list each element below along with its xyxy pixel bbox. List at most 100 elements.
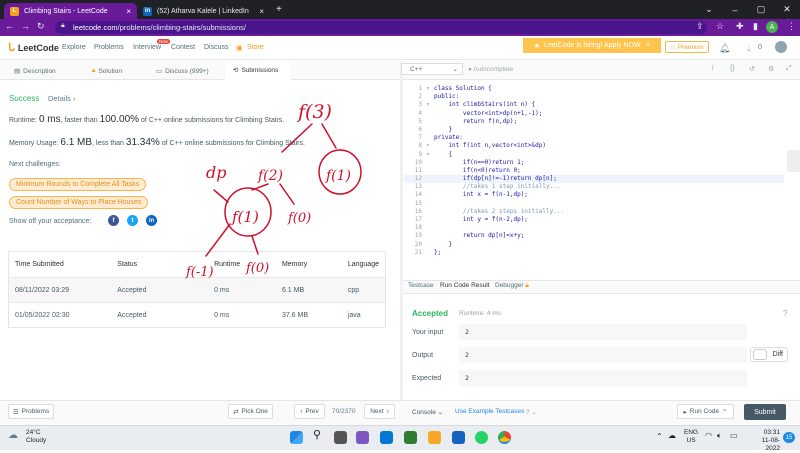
code-line[interactable]: 14 int x = f(n-1,dp); bbox=[404, 191, 784, 199]
help-icon[interactable]: ? ⌄ bbox=[526, 408, 537, 416]
fold-arrow-icon[interactable] bbox=[426, 126, 434, 134]
column-header[interactable]: Runtime bbox=[208, 251, 276, 278]
table-row[interactable]: 01/05/2022 02:30 Accepted 0 ms 37.6 MB j… bbox=[8, 302, 386, 328]
fold-arrow-icon[interactable]: ▾ bbox=[426, 101, 434, 109]
settings-icon[interactable]: ⚙ bbox=[768, 65, 774, 73]
fold-arrow-icon[interactable]: ▾ bbox=[426, 151, 434, 159]
fold-arrow-icon[interactable] bbox=[426, 183, 434, 191]
minimize-icon[interactable]: – bbox=[722, 5, 748, 15]
edge-icon[interactable] bbox=[380, 431, 393, 444]
fold-arrow-icon[interactable] bbox=[426, 175, 434, 183]
prev-button[interactable]: ‹ Prev bbox=[294, 404, 325, 419]
wifi-icon[interactable]: ◠ bbox=[705, 431, 712, 440]
code-line[interactable]: 16 //takes 2 steps initially... bbox=[404, 208, 784, 216]
task-view-icon[interactable] bbox=[334, 431, 347, 444]
chevron-up-icon[interactable]: ⌃ bbox=[656, 432, 663, 441]
teams-chat-icon[interactable] bbox=[356, 431, 369, 444]
fold-arrow-icon[interactable] bbox=[426, 167, 434, 175]
code-line[interactable]: 21}; bbox=[404, 249, 784, 257]
search-icon[interactable]: ⚲ bbox=[313, 428, 321, 441]
fold-arrow-icon[interactable] bbox=[426, 159, 434, 167]
language-select[interactable]: C++ ⌄ bbox=[401, 63, 463, 75]
problems-button[interactable]: ☰ Problems bbox=[8, 404, 54, 419]
autocomplete-toggle[interactable]: ● Autocomplete bbox=[468, 66, 513, 73]
fold-arrow-icon[interactable] bbox=[426, 93, 434, 101]
next-button[interactable]: Next › bbox=[364, 404, 395, 419]
panel-splitter[interactable] bbox=[400, 61, 403, 431]
fold-arrow-icon[interactable] bbox=[426, 224, 434, 232]
tab-debugger[interactable]: Debugger 🔒︎ bbox=[495, 282, 529, 290]
code-line[interactable]: 8 ▾ int f(int n,vector<int>&dp) bbox=[404, 142, 784, 150]
tab-discuss[interactable]: ▭ Discuss (999+) bbox=[152, 62, 222, 80]
extensions-icon[interactable]: ✚ bbox=[736, 21, 744, 32]
code-line[interactable]: 3 ▾ int climbStairs(int n) { bbox=[404, 101, 784, 109]
volume-icon[interactable]: 🔈︎ bbox=[717, 431, 722, 441]
fold-arrow-icon[interactable] bbox=[426, 191, 434, 199]
tab-submissions[interactable]: ⟲ Submissions bbox=[225, 62, 291, 80]
chrome-icon[interactable] bbox=[498, 431, 511, 444]
code-line[interactable]: 19 return dp[n]=x+y; bbox=[404, 232, 784, 240]
side-panel-handle[interactable] bbox=[787, 150, 800, 172]
close-icon[interactable]: × bbox=[646, 42, 650, 49]
fold-arrow-icon[interactable] bbox=[426, 216, 434, 224]
hiring-banner[interactable]: ★ LeetCode is hiring! Apply NOW. × bbox=[523, 38, 661, 53]
nav-discuss[interactable]: Discuss bbox=[204, 44, 229, 51]
share-icon[interactable]: ⇪ bbox=[696, 21, 704, 32]
column-header[interactable]: Status bbox=[111, 251, 209, 278]
whatsapp-icon[interactable] bbox=[475, 431, 488, 444]
close-tab-icon[interactable]: × bbox=[259, 7, 264, 16]
tab-run-code-result[interactable]: Run Code Result bbox=[440, 282, 490, 289]
code-line[interactable]: 12 if(dp[n]!=-1)return dp[n]; bbox=[404, 175, 784, 184]
fold-arrow-icon[interactable] bbox=[426, 241, 434, 249]
cell-status[interactable]: Accepted bbox=[111, 277, 209, 303]
code-line[interactable]: 6 } bbox=[404, 126, 784, 134]
console-button[interactable]: Console ⌄ bbox=[412, 408, 443, 416]
reload-icon[interactable]: ↻ bbox=[37, 21, 45, 32]
code-line[interactable]: 17 int y = f(n-2,dp); bbox=[404, 216, 784, 224]
code-line[interactable]: 5 return f(n,dp); bbox=[404, 118, 784, 126]
battery-icon[interactable]: ▭ bbox=[730, 431, 738, 440]
table-row[interactable]: 08/11/2022 03:29 Accepted 0 ms 6.1 MB cp… bbox=[8, 277, 386, 303]
nav-explore[interactable]: Explore bbox=[62, 44, 86, 51]
code-line[interactable]: 1 ▾ class Solution { bbox=[404, 85, 784, 93]
column-header[interactable]: Memory bbox=[275, 251, 342, 278]
browser-tab-leetcode[interactable]: L Climbing Stairs - LeetCode × bbox=[4, 3, 137, 19]
menu-dots-icon[interactable]: ⋮ bbox=[787, 21, 796, 32]
close-window-icon[interactable]: ✕ bbox=[774, 4, 800, 15]
use-example-testcases[interactable]: Use Example Testcases bbox=[455, 408, 524, 415]
column-header[interactable]: Time Submitted bbox=[8, 251, 112, 278]
reset-icon[interactable]: ↺ bbox=[749, 65, 755, 73]
code-line[interactable]: 11 if(n<0)return 0; bbox=[404, 167, 784, 175]
linkedin-icon[interactable]: in bbox=[146, 215, 157, 226]
sidebar-icon[interactable]: ▮ bbox=[753, 21, 758, 32]
fullscreen-icon[interactable]: ⤢ bbox=[786, 65, 792, 73]
url-input[interactable]: leetcode.com/problems/climbing-stairs/su… bbox=[55, 21, 707, 34]
fold-arrow-icon[interactable] bbox=[426, 110, 434, 118]
fold-arrow-icon[interactable] bbox=[426, 208, 434, 216]
code-line[interactable]: 20 } bbox=[404, 241, 784, 249]
chevron-down-icon[interactable]: ⌄ bbox=[696, 4, 722, 15]
nav-interview[interactable]: Interview bbox=[133, 44, 161, 51]
lock-icon[interactable]: 🔒︎ bbox=[61, 22, 65, 30]
code-line[interactable]: 10 if(n==0)return 1; bbox=[404, 159, 784, 167]
excel-icon[interactable] bbox=[404, 431, 417, 444]
nav-contest[interactable]: Contest bbox=[171, 44, 195, 51]
braces-icon[interactable]: {} bbox=[730, 65, 735, 72]
back-icon[interactable]: ← bbox=[5, 21, 14, 31]
new-tab-icon[interactable]: + bbox=[276, 4, 282, 15]
code-line[interactable]: 15 bbox=[404, 200, 784, 208]
code-line[interactable]: 9 ▾ { bbox=[404, 151, 784, 159]
twitter-icon[interactable]: t bbox=[127, 215, 138, 226]
code-line[interactable]: 18 bbox=[404, 224, 784, 232]
nav-store[interactable]: Store bbox=[247, 44, 264, 51]
windows-start-icon[interactable] bbox=[290, 431, 303, 444]
code-line[interactable]: 7 private: bbox=[404, 134, 784, 142]
close-tab-icon[interactable]: × bbox=[126, 7, 131, 16]
forward-icon[interactable]: → bbox=[21, 21, 30, 31]
fold-arrow-icon[interactable] bbox=[426, 134, 434, 142]
tab-testcase[interactable]: Testcase bbox=[408, 282, 434, 289]
facebook-icon[interactable]: f bbox=[108, 215, 119, 226]
fold-arrow-icon[interactable] bbox=[426, 200, 434, 208]
code-line[interactable]: 4 vector<int>dp(n+1,-1); bbox=[404, 110, 784, 118]
code-line[interactable]: 2 public: bbox=[404, 93, 784, 101]
